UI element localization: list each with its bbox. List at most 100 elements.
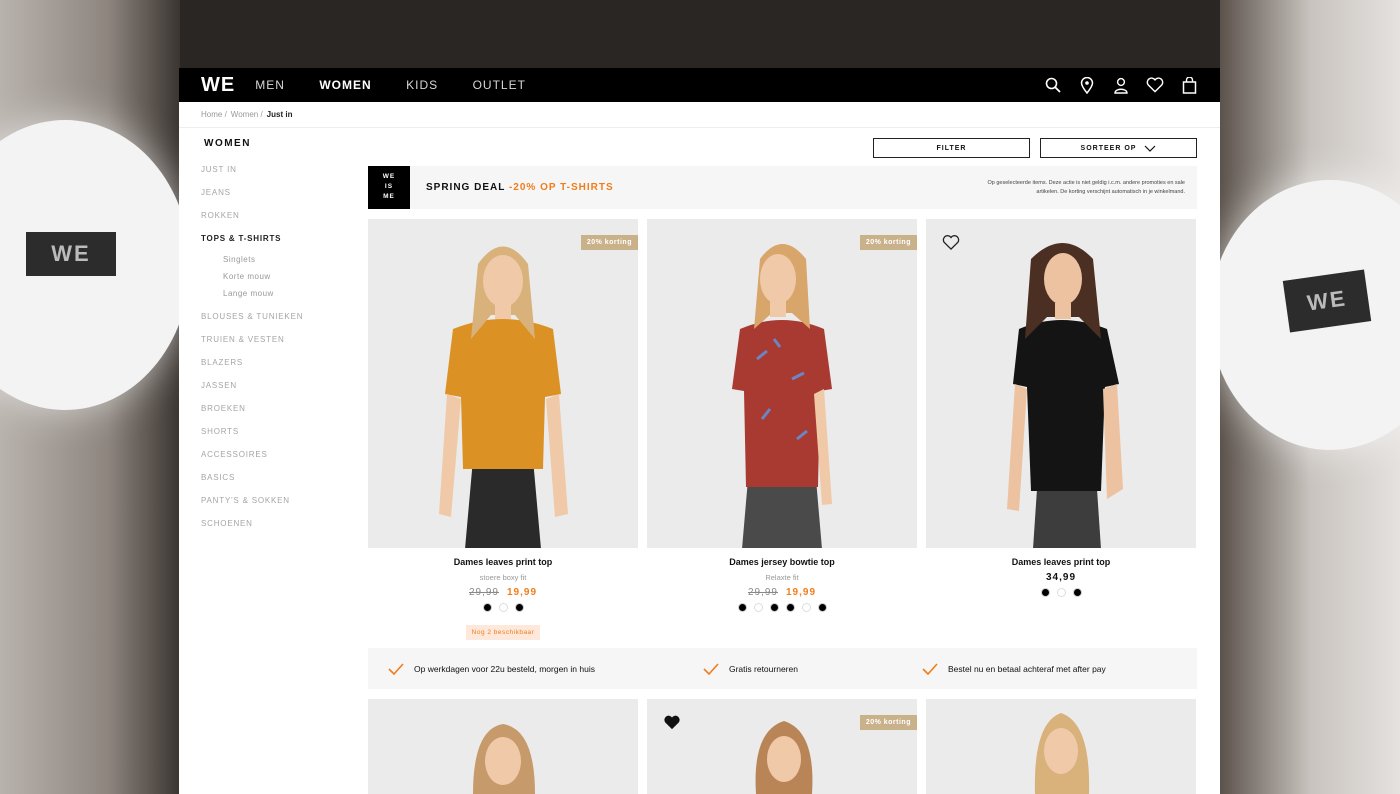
product-grid: 20% korting Dames leaves print top stoer…: [368, 219, 1197, 640]
model-figure: [1034, 713, 1090, 794]
swatch-black[interactable]: [817, 603, 827, 612]
sale-price: 19,99: [786, 587, 817, 598]
sidebar-item-pantys-sokken[interactable]: PANTY'S & SOKKEN: [201, 494, 351, 517]
promo-title: SPRING DEAL -20% OP T-SHIRTS: [426, 182, 614, 193]
product-price: 29,99 19,99: [647, 587, 917, 598]
discount-tag: 20% korting: [580, 235, 638, 250]
sidebar-title: WOMEN: [204, 138, 251, 149]
main-nav: MEN WOMEN KIDS OUTLET: [255, 76, 556, 94]
model-figure-red: [732, 244, 832, 548]
product-image[interactable]: [368, 699, 638, 794]
checkmark-icon: [922, 662, 938, 675]
sidebar-item-jassen[interactable]: JASSEN: [201, 379, 351, 402]
wm-line-3: ME: [383, 193, 395, 200]
product-card[interactable]: [368, 699, 638, 794]
usp-text: Op werkdagen voor 22u besteld, morgen in…: [414, 663, 595, 674]
model-figure: [473, 724, 535, 794]
product-fit: stoere boxy fit: [479, 573, 527, 582]
fineprint-line-2: artikelen. De korting verschijnt automat…: [1036, 188, 1185, 195]
sidebar-item-blouses[interactable]: BLOUSES & TUNIEKEN: [201, 310, 351, 333]
account-icon[interactable]: [1112, 76, 1130, 94]
model-figure-orange: [439, 246, 568, 548]
shopping-bag-icon[interactable]: [1180, 76, 1198, 94]
filter-label: FILTER: [936, 144, 967, 152]
model-figure: [755, 721, 813, 794]
color-swatches: [647, 603, 917, 612]
swatch-black[interactable]: [737, 603, 747, 612]
chevron-down-icon: [1145, 145, 1156, 152]
sidebar-subitem-singlets[interactable]: Singlets: [223, 255, 351, 272]
breadcrumb-women[interactable]: Women /: [231, 110, 263, 119]
wishlist-heart-filled-icon[interactable]: [663, 715, 681, 735]
breadcrumb-current: Just in: [266, 110, 293, 119]
product-card[interactable]: 20% korting: [647, 699, 917, 794]
sidebar-item-accessoires[interactable]: ACCESSOIRES: [201, 448, 351, 471]
color-swatches: [368, 603, 638, 612]
product-card[interactable]: 20% korting Dames jersey bowtie top Rela…: [647, 219, 917, 640]
balloon-logo-left: WE: [26, 232, 116, 276]
swatch-black[interactable]: [1072, 588, 1082, 597]
product-name[interactable]: Dames leaves print top: [926, 557, 1196, 567]
nav-kids[interactable]: KIDS: [406, 78, 438, 92]
sidebar-item-basics[interactable]: BASICS: [201, 471, 351, 494]
product-image[interactable]: 20% korting: [647, 219, 917, 548]
sort-button[interactable]: SORTEER OP: [1040, 138, 1197, 158]
product-image[interactable]: 20% korting: [368, 219, 638, 548]
product-name[interactable]: Dames jersey bowtie top: [647, 557, 917, 567]
swatch-white[interactable]: [498, 603, 508, 612]
wishlist-heart-icon[interactable]: [1146, 76, 1164, 94]
sidebar-item-truien[interactable]: TRUIEN & VESTEN: [201, 333, 351, 356]
top-navigation: WE MEN WOMEN KIDS OUTLET: [179, 68, 1220, 102]
swatch-black[interactable]: [482, 603, 492, 612]
sidebar-item-blazers[interactable]: BLAZERS: [201, 356, 351, 379]
promo-banner[interactable]: WE IS ME SPRING DEAL -20% OP T-SHIRTS Op…: [368, 166, 1197, 209]
sidebar-subitem-lange-mouw[interactable]: Lange mouw: [223, 289, 351, 306]
product-price: 34,99: [926, 572, 1196, 583]
sidebar-subitem-korte-mouw[interactable]: Korte mouw: [223, 272, 351, 289]
swatch-black[interactable]: [1040, 588, 1050, 597]
product-image[interactable]: 20% korting: [647, 699, 917, 794]
sidebar-item-tops-tshirts[interactable]: TOPS & T-SHIRTS: [201, 232, 351, 255]
swatch-black[interactable]: [514, 603, 524, 612]
usp-text: Gratis retourneren: [728, 663, 798, 674]
product-card[interactable]: [926, 699, 1196, 794]
product-name[interactable]: Dames leaves print top: [368, 557, 638, 567]
checkmark-icon: [703, 662, 719, 675]
product-image[interactable]: [926, 219, 1196, 548]
swatch-black[interactable]: [769, 603, 779, 612]
location-icon[interactable]: [1078, 76, 1096, 94]
swatch-black[interactable]: [785, 603, 795, 612]
nav-outlet[interactable]: OUTLET: [473, 78, 526, 92]
sidebar-item-schoenen[interactable]: SCHOENEN: [201, 517, 351, 540]
filter-button[interactable]: FILTER: [873, 138, 1030, 158]
breadcrumb-home[interactable]: Home /: [201, 110, 227, 119]
stock-label: Nog 2 beschikbaar: [465, 625, 541, 640]
product-fit: Relaxte fit: [765, 573, 799, 582]
swatch-white[interactable]: [753, 603, 763, 612]
nav-women[interactable]: WOMEN: [319, 78, 371, 92]
usp-item-returns: Gratis retourneren: [703, 662, 798, 675]
usp-item-delivery: Op werkdagen voor 22u besteld, morgen in…: [388, 662, 595, 675]
search-icon[interactable]: [1044, 76, 1062, 94]
regular-price: 34,99: [1045, 572, 1077, 583]
nav-men[interactable]: MEN: [255, 78, 285, 92]
sidebar-item-jeans[interactable]: JEANS: [201, 186, 351, 209]
sidebar-item-broeken[interactable]: BROEKEN: [201, 402, 351, 425]
product-image[interactable]: [926, 699, 1196, 794]
stock-notice: Nog 2 beschikbaar: [368, 621, 638, 640]
wishlist-heart-icon[interactable]: [942, 235, 960, 255]
model-figure-black: [1007, 243, 1123, 548]
swatch-white[interactable]: [1056, 588, 1066, 597]
old-price: 29,99: [468, 587, 499, 598]
swatch-white[interactable]: [801, 603, 811, 612]
old-price: 29,99: [747, 587, 778, 598]
sidebar-item-just-in[interactable]: JUST IN: [201, 163, 351, 186]
promo-fineprint: Op geselecteerde items. Deze actie is ni…: [915, 179, 1186, 197]
usp-item-afterpay: Bestel nu en betaal achteraf met after p…: [922, 662, 1106, 675]
product-card[interactable]: Dames leaves print top 34,99: [926, 219, 1196, 640]
product-card[interactable]: 20% korting Dames leaves print top stoer…: [368, 219, 638, 640]
sidebar-item-shorts[interactable]: SHORTS: [201, 425, 351, 448]
fineprint-line-1: Op geselecteerde items. Deze actie is ni…: [987, 179, 1186, 186]
sidebar-item-rokken[interactable]: ROKKEN: [201, 209, 351, 232]
we-logo[interactable]: WE: [201, 75, 235, 95]
